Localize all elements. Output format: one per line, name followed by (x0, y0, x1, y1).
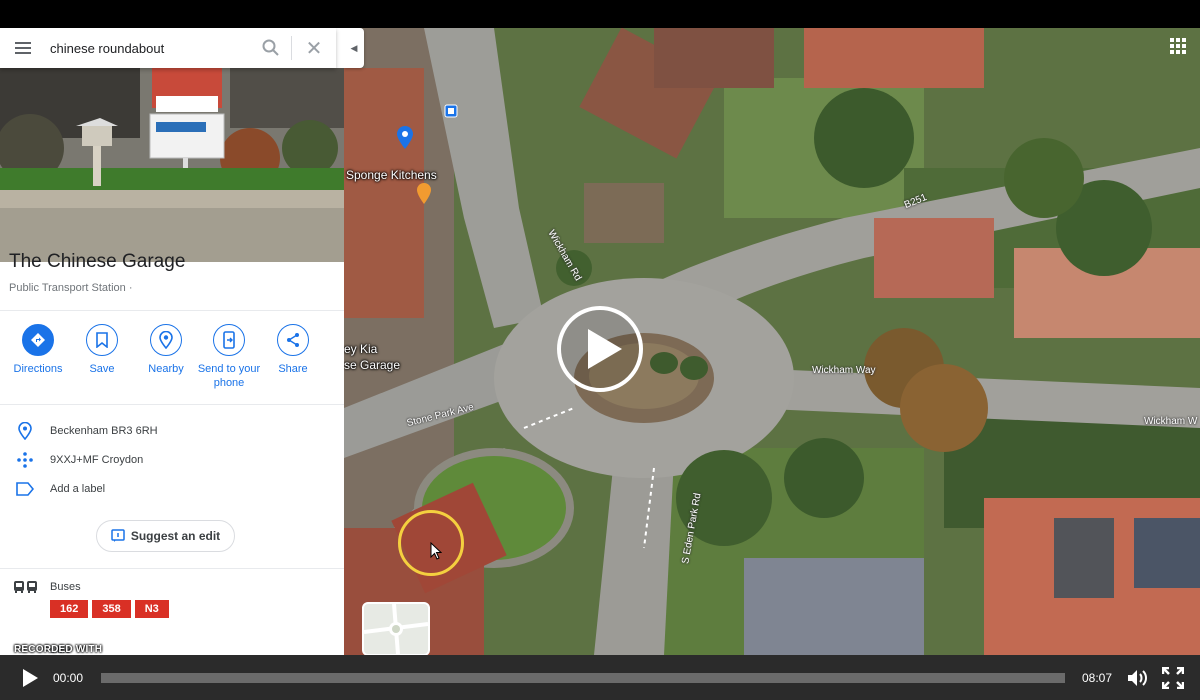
place-pin-icon[interactable] (396, 126, 414, 150)
place-title: The Chinese Garage (9, 251, 186, 272)
recording-watermark: RECORDED WITH (14, 644, 103, 655)
bus-route-chip[interactable]: 358 (92, 600, 131, 618)
send-to-phone-button[interactable]: Send to your phone (197, 324, 261, 390)
edit-feedback-icon (111, 529, 125, 542)
save-label: Save (89, 363, 115, 375)
suggest-edit-button[interactable]: Suggest an edit (96, 520, 235, 552)
bus-route-chip[interactable]: N3 (134, 600, 169, 618)
fullscreen-icon[interactable] (1162, 667, 1184, 689)
save-button[interactable]: Save (70, 324, 134, 376)
search-box: ✕ (0, 28, 336, 68)
add-label-row[interactable]: Add a label (0, 477, 344, 501)
search-icon[interactable] (251, 28, 291, 68)
divider (0, 310, 344, 311)
hamburger-menu-icon[interactable] (0, 28, 46, 68)
bus-route-chips: 162 358 N3 (50, 600, 169, 618)
minimap-thumbnail[interactable] (362, 602, 430, 655)
bus-route-chip[interactable]: 162 (50, 600, 89, 618)
send-to-phone-label: Send to your phone (197, 363, 261, 389)
bookmark-icon (86, 324, 118, 356)
map-imagery (344, 28, 1200, 655)
mouse-cursor-icon (430, 542, 442, 560)
current-time: 00:00 (53, 671, 84, 685)
suggest-edit-label: Suggest an edit (130, 529, 221, 543)
road-label-wickham-way-2: Wickham W (1144, 416, 1198, 427)
road-label-wickham-way: Wickham Way (812, 365, 876, 376)
map-label-sponge-kitchens[interactable]: Sponge Kitchens (346, 168, 437, 182)
map-label-kia-garage-2[interactable]: se Garage (344, 358, 400, 372)
directions-label: Directions (13, 363, 63, 375)
bus-icon (14, 581, 37, 593)
search-input[interactable] (46, 33, 251, 63)
share-label: Share (278, 363, 308, 375)
label-tag-icon (0, 482, 50, 496)
buses-label: Buses (50, 581, 81, 593)
send-to-phone-icon (213, 324, 245, 356)
duration: 08:07 (1082, 671, 1113, 685)
nearby-icon (150, 324, 182, 356)
seek-bar[interactable] (101, 673, 1065, 683)
nearby-label: Nearby (148, 363, 184, 375)
close-icon[interactable]: ✕ (292, 28, 336, 68)
play-icon[interactable] (20, 668, 40, 688)
directions-icon (22, 324, 54, 356)
plus-code-row[interactable]: 9XXJ+MF Croydon (0, 448, 344, 472)
location-pin-icon (0, 422, 50, 440)
nearby-button[interactable]: Nearby (134, 324, 198, 376)
place-hero-photo[interactable] (0, 68, 344, 262)
map-label-kia-garage-1[interactable]: ey Kia (344, 342, 377, 356)
video-play-overlay-button[interactable] (557, 306, 643, 392)
share-icon (277, 324, 309, 356)
add-label-text: Add a label (50, 483, 106, 495)
place-category: Public Transport Station · (9, 282, 133, 294)
apps-grid-icon[interactable] (1170, 38, 1186, 54)
collapse-panel-button[interactable]: ◀ (344, 28, 364, 68)
minimap-roads (364, 604, 428, 654)
restaurant-pin-icon[interactable] (416, 183, 432, 205)
video-top-bar (0, 0, 1200, 28)
hero-photo-image (0, 68, 344, 262)
address-row[interactable]: Beckenham BR3 6RH (0, 419, 344, 443)
divider (0, 404, 344, 405)
satellite-map-view[interactable]: ◀ Sponge Kitchens ey Kia se Garage Stone… (344, 28, 1200, 655)
video-player-controls: 00:00 08:07 (0, 655, 1200, 700)
place-details-panel: ✕ The Chinese Garage Public Transport St… (0, 28, 344, 655)
plus-code-icon (0, 451, 50, 469)
share-button[interactable]: Share (261, 324, 325, 376)
directions-button[interactable]: Directions (6, 324, 70, 376)
divider (0, 568, 344, 569)
address-text: Beckenham BR3 6RH (50, 425, 158, 437)
transit-pin-icon[interactable] (444, 104, 458, 118)
volume-icon[interactable] (1126, 667, 1148, 689)
plus-code-text: 9XXJ+MF Croydon (50, 454, 144, 466)
